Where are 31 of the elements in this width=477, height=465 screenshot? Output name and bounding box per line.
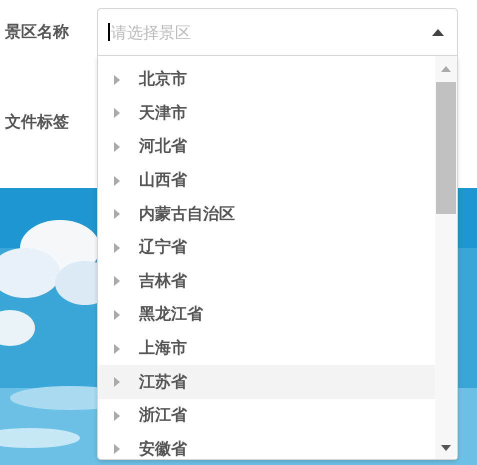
- scroll-up-icon[interactable]: [441, 66, 451, 72]
- expand-arrow-icon: [114, 142, 120, 152]
- expand-arrow-icon: [114, 276, 120, 286]
- option-item[interactable]: 安徽省: [98, 432, 435, 459]
- option-item[interactable]: 浙江省: [98, 398, 435, 433]
- expand-arrow-icon: [114, 377, 120, 388]
- option-item[interactable]: 吉林省: [98, 264, 435, 298]
- option-item[interactable]: 江苏省: [98, 365, 435, 399]
- expand-arrow-icon: [114, 310, 120, 320]
- option-item[interactable]: 北京市: [98, 63, 435, 97]
- field-label: 景区名称: [5, 21, 69, 43]
- scrollbar[interactable]: [435, 56, 457, 459]
- expand-arrow-icon: [114, 108, 120, 118]
- option-item[interactable]: 山西省: [98, 164, 435, 198]
- expand-arrow-icon: [114, 410, 120, 421]
- expand-arrow-icon: [114, 209, 120, 220]
- expand-arrow-icon: [114, 344, 120, 354]
- expand-arrow-icon: [114, 242, 120, 253]
- select-field[interactable]: 请选择景区: [97, 8, 458, 56]
- scroll-thumb[interactable]: [436, 82, 456, 214]
- option-item[interactable]: 黑龙江省: [98, 298, 435, 332]
- expand-arrow-icon: [114, 74, 120, 85]
- option-item[interactable]: 天津市: [98, 96, 435, 130]
- scroll-down-icon[interactable]: [441, 445, 451, 451]
- option-item[interactable]: 上海市: [98, 332, 435, 366]
- field-label: 文件标签: [5, 111, 69, 133]
- option-item[interactable]: 辽宁省: [98, 230, 435, 265]
- expand-arrow-icon: [114, 444, 120, 454]
- expand-arrow-icon: [114, 176, 120, 186]
- option-item[interactable]: 内蒙古自治区: [98, 197, 435, 231]
- option-item[interactable]: 河北省: [98, 130, 435, 164]
